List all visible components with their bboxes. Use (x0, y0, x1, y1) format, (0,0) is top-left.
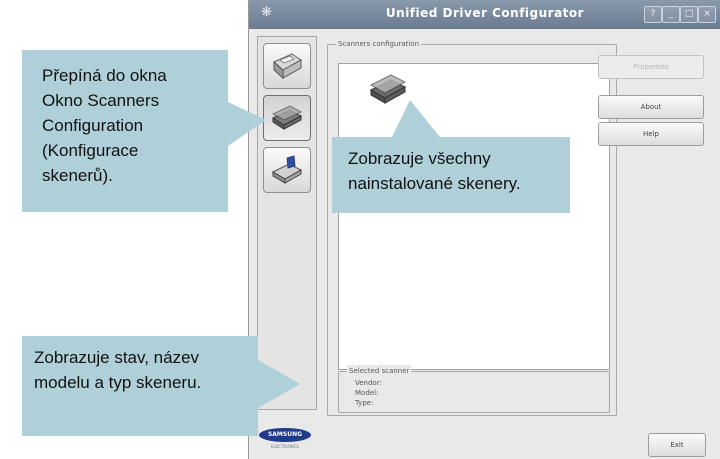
callout-nav-line-1: Přepíná do okna (42, 66, 167, 85)
callout-selected-line-2: modelu a typ skeneru. (34, 373, 202, 392)
callout-nav-scanners: Přepíná do okna Okno Scanners Configurat… (22, 50, 228, 212)
callout-selected-line-1: Zobrazuje stav, název (34, 348, 200, 367)
callout-pointer-nav (228, 102, 266, 146)
callout-pointer-list (392, 100, 440, 137)
callout-scanner-list: Zobrazuje všechny nainstalované skenery. (332, 137, 570, 213)
callout-nav-line-3: Configuration (42, 116, 144, 135)
callout-nav-line-4: (Konfigurace (42, 141, 139, 160)
callout-selected-scanner: Zobrazuje stav, název modelu a typ skene… (22, 336, 258, 436)
callout-pointer-selected (258, 360, 300, 408)
callout-nav-line-5: skenerů). (42, 166, 113, 185)
callout-list-line-2: nainstalované skenery. (348, 174, 521, 193)
callout-list-line-1: Zobrazuje všechny (348, 149, 491, 168)
callout-nav-line-2: Okno Scanners (42, 91, 160, 110)
